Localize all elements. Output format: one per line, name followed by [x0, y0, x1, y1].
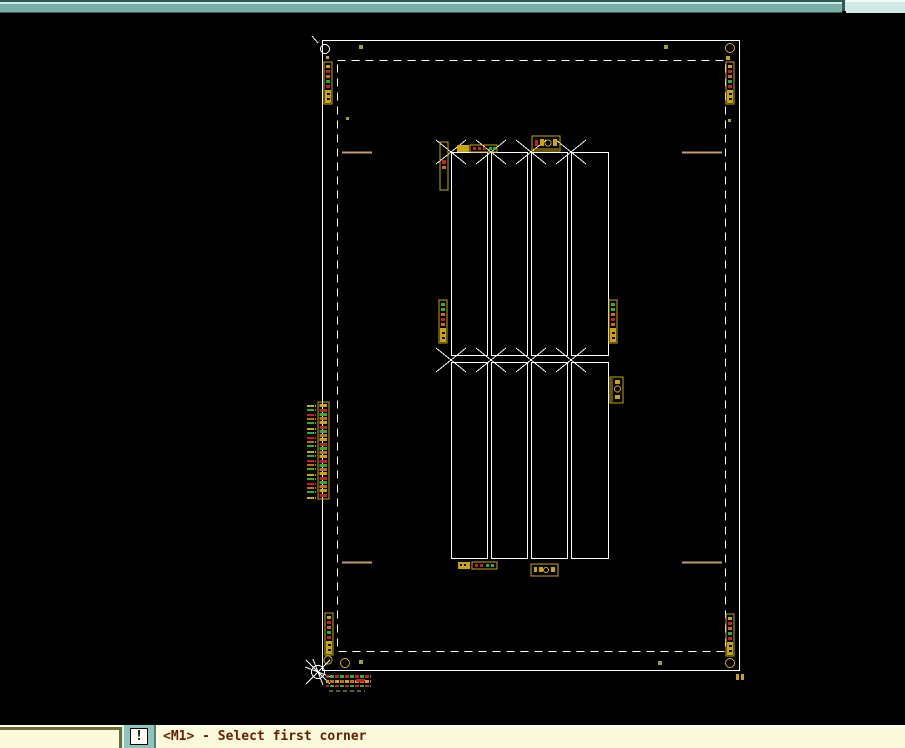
message-area: <M1> - Select first corner — [156, 725, 905, 748]
pin-marker-crosses — [435, 139, 587, 373]
module-outline — [491, 152, 528, 356]
layout-canvas[interactable] — [0, 0, 905, 748]
status-bar: ! <M1> - Select first corner — [0, 725, 905, 748]
top-header-strip — [457, 144, 498, 153]
scrollbar-thumb[interactable] — [0, 0, 842, 13]
silkscreen-label-right — [609, 376, 624, 404]
module-outline — [531, 362, 568, 559]
bottom-header-strip — [458, 561, 498, 570]
fiducial-squares — [326, 45, 731, 665]
mounting-holes — [311, 35, 735, 668]
dimension-text-marks — [736, 674, 744, 680]
alert-zone: ! — [122, 725, 156, 748]
module-outline — [451, 152, 488, 356]
command-panel[interactable] — [0, 725, 122, 748]
module-outline — [451, 362, 488, 559]
module-outline — [491, 362, 528, 559]
pcb-editor-window: ! <M1> - Select first corner — [0, 0, 905, 748]
silkscreen-label-top — [531, 135, 561, 152]
top-scrollbar[interactable] — [0, 0, 905, 13]
module-outlines-row1 — [451, 152, 609, 356]
dimension-pin-grid — [326, 674, 371, 693]
module-outline — [571, 362, 609, 559]
status-message: <M1> - Select first corner — [163, 729, 367, 744]
alert-button[interactable]: ! — [130, 728, 148, 745]
module-outlines-row2 — [451, 362, 609, 559]
module-outline — [531, 152, 568, 356]
silkscreen-label-bottom — [530, 563, 559, 577]
scrollbar-trough[interactable] — [846, 0, 905, 13]
left-edge-connector — [307, 401, 330, 500]
module-outline — [571, 152, 609, 356]
